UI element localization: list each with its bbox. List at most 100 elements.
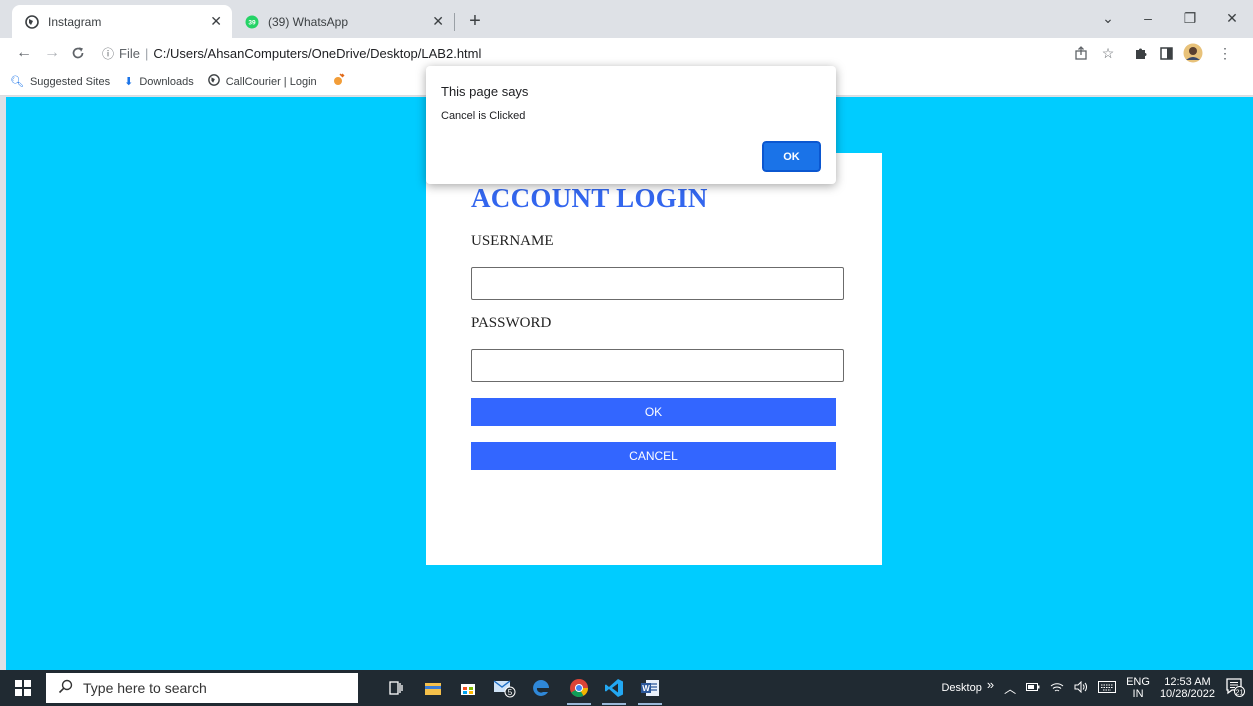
bookmark-callcourier[interactable]: CallCourier | Login xyxy=(207,74,317,89)
bookmark-label: CallCourier | Login xyxy=(225,75,317,88)
bookmark-star-button[interactable]: ☆ xyxy=(1097,41,1119,65)
reload-button[interactable] xyxy=(66,41,90,65)
extensions-button[interactable] xyxy=(1130,41,1152,65)
restore-icon: ❐ xyxy=(1183,9,1197,26)
task-view-icon xyxy=(389,681,403,695)
windows-taskbar: Type here to search 5 W Desktop » ︿ ENG … xyxy=(0,670,1253,706)
shopping-icon xyxy=(331,73,345,90)
side-panel-button[interactable] xyxy=(1155,41,1177,65)
share-button[interactable] xyxy=(1070,41,1092,65)
minimize-icon: – xyxy=(1144,10,1152,26)
arrow-right-icon: → xyxy=(44,44,60,61)
url-text: C:/Users/AhsanComputers/OneDrive/Desktop… xyxy=(153,45,482,61)
close-tab-icon[interactable]: ✕ xyxy=(210,13,222,30)
clock-date: 10/28/2022 xyxy=(1159,688,1215,700)
side-panel-icon xyxy=(1159,46,1173,60)
taskbar-search-box[interactable]: Type here to search xyxy=(46,673,358,703)
chevron-down-icon: ⌄ xyxy=(1102,9,1114,26)
task-view-button[interactable] xyxy=(382,674,410,702)
username-label: USERNAME xyxy=(471,233,554,249)
more-vertical-icon: ⋮ xyxy=(1218,44,1232,61)
bookmark-suggested-sites[interactable]: 🔍︎ Suggested Sites xyxy=(10,75,111,89)
bookmark-label: Suggested Sites xyxy=(29,75,111,88)
tab-search-button[interactable]: ⌄ xyxy=(1094,6,1122,30)
keyboard-icon[interactable] xyxy=(1098,680,1117,696)
restore-button[interactable]: ❐ xyxy=(1176,6,1204,30)
word-icon: W xyxy=(641,680,659,696)
puzzle-icon xyxy=(1136,48,1147,59)
notification-count: 21 xyxy=(1235,687,1243,696)
taskbar-vscode[interactable] xyxy=(600,674,628,705)
globe-icon xyxy=(207,74,220,89)
folder-icon xyxy=(425,683,441,695)
close-window-button[interactable]: ✕ xyxy=(1218,6,1246,30)
bookmark-label: Downloads xyxy=(139,75,194,88)
wifi-icon[interactable] xyxy=(1050,681,1064,696)
edge-icon xyxy=(533,680,549,696)
tab-title: (39) WhatsApp xyxy=(268,14,349,29)
username-input[interactable] xyxy=(471,267,844,300)
dialog-ok-button[interactable]: OK xyxy=(760,139,823,174)
page-title: ACCOUNT LOGIN xyxy=(471,183,708,213)
whatsapp-icon: 39 xyxy=(244,14,260,30)
bookmark-downloads[interactable]: ⬇ Downloads xyxy=(124,75,194,89)
language-indicator[interactable]: ENG IN xyxy=(1126,676,1150,700)
minimize-button[interactable]: – xyxy=(1134,6,1162,30)
volume-icon[interactable] xyxy=(1074,680,1088,696)
taskbar-mail[interactable]: 5 xyxy=(491,674,519,702)
address-bar[interactable]: ⓘ File | C:/Users/AhsanComputers/OneDriv… xyxy=(102,41,1062,65)
avatar-icon xyxy=(1183,43,1203,63)
chrome-icon xyxy=(570,679,588,698)
chevron-up-icon[interactable]: ︿ xyxy=(1004,680,1016,697)
address-separator: | xyxy=(144,45,149,61)
svg-text:W: W xyxy=(642,684,650,693)
globe-icon xyxy=(24,14,40,30)
notifications-button[interactable]: 21 xyxy=(1225,677,1245,700)
taskbar-file-explorer[interactable] xyxy=(419,674,447,702)
reload-icon xyxy=(72,47,84,59)
alert-dialog: This page says Cancel is Clicked OK xyxy=(426,66,836,184)
menu-button[interactable]: ⋮ xyxy=(1214,41,1236,65)
start-button[interactable] xyxy=(14,679,32,697)
close-tab-icon[interactable]: ✕ xyxy=(432,13,444,30)
whatsapp-badge-count: 39 xyxy=(248,19,256,26)
star-icon: ☆ xyxy=(1101,44,1115,61)
desktop-toolbar-label[interactable]: Desktop xyxy=(941,682,981,694)
arrow-left-icon: ← xyxy=(16,44,32,61)
chevron-right-icon[interactable]: » xyxy=(987,677,994,692)
tab-title: Instagram xyxy=(48,14,102,29)
forward-button[interactable]: → xyxy=(40,41,64,65)
taskbar-chrome[interactable] xyxy=(565,674,593,705)
taskbar-store[interactable] xyxy=(454,674,482,702)
vscode-icon xyxy=(605,679,623,697)
language-code: ENG xyxy=(1126,676,1150,688)
scheme-label: File xyxy=(119,45,140,61)
battery-icon[interactable] xyxy=(1026,682,1040,695)
mail-icon: 5 xyxy=(493,680,516,698)
dialog-message: Cancel is Clicked xyxy=(441,110,526,122)
tab-strip: Instagram ✕ 39 (39) WhatsApp ✕ + ⌄ – ❐ ✕ xyxy=(0,0,1253,38)
store-icon xyxy=(461,684,475,695)
password-input[interactable] xyxy=(471,349,844,382)
new-tab-button[interactable]: + xyxy=(462,8,488,34)
clock[interactable]: 12:53 AM 10/28/2022 xyxy=(1160,676,1215,700)
back-button[interactable]: ← xyxy=(12,41,36,65)
notification-icon: 21 xyxy=(1226,677,1245,697)
tab-separator xyxy=(454,13,455,31)
profile-avatar[interactable] xyxy=(1182,41,1204,65)
mail-badge-count: 5 xyxy=(508,688,513,697)
share-icon xyxy=(1075,46,1087,60)
windows-icon xyxy=(15,680,31,696)
tab-instagram[interactable]: Instagram ✕ xyxy=(12,5,232,38)
search-icon: 🔍︎ xyxy=(10,76,24,88)
taskbar-word[interactable]: W xyxy=(636,674,664,705)
bookmark-shopping[interactable] xyxy=(331,73,351,90)
password-label: PASSWORD xyxy=(471,315,552,331)
browser-toolbar: ← → ⓘ File | C:/Users/AhsanComputers/One… xyxy=(0,38,1253,68)
ok-button[interactable]: OK xyxy=(471,398,836,426)
cancel-button[interactable]: CANCEL xyxy=(471,442,836,470)
info-icon[interactable]: ⓘ xyxy=(102,45,114,62)
system-tray: Desktop » ︿ ENG IN 12:53 AM 10/28/2022 2… xyxy=(936,670,1253,706)
tab-whatsapp[interactable]: 39 (39) WhatsApp ✕ xyxy=(232,5,454,38)
taskbar-edge[interactable] xyxy=(527,674,555,702)
